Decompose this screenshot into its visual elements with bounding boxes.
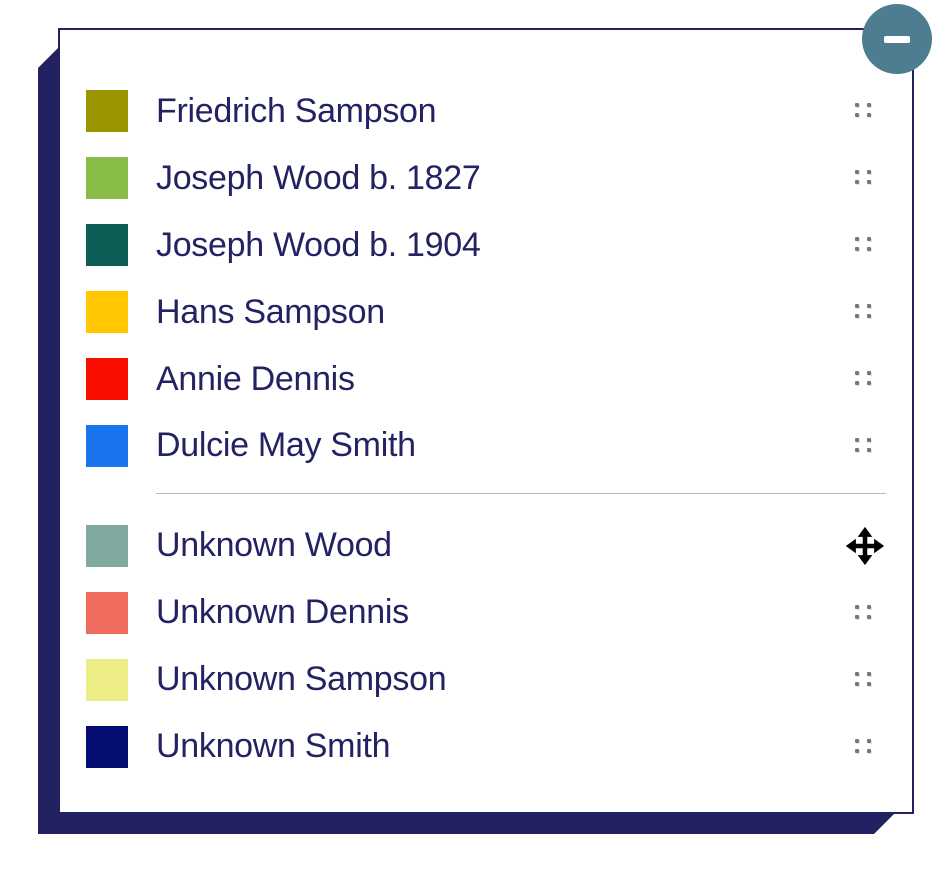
legend-item-friedrich-sampson-swatch: [86, 90, 128, 132]
legend-item-annie-dennis-drag-handle[interactable]: [844, 358, 886, 400]
legend-item-joseph-wood-1827-swatch: [86, 157, 128, 199]
legend-item-joseph-wood-1904-drag-handle[interactable]: [844, 224, 886, 266]
legend-item-annie-dennis[interactable]: Annie Dennis: [86, 346, 886, 413]
legend-item-unknown-smith-drag-handle[interactable]: [844, 726, 886, 768]
legend-item-unknown-dennis-drag-handle[interactable]: [844, 592, 886, 634]
legend-item-unknown-smith[interactable]: Unknown Smith: [86, 713, 886, 780]
drag-grip-icon: [853, 603, 877, 623]
legend-item-hans-sampson-label: Hans Sampson: [156, 293, 844, 332]
legend-item-unknown-dennis[interactable]: Unknown Dennis: [86, 579, 886, 646]
minus-icon: [884, 36, 910, 43]
legend-item-dulcie-may-smith[interactable]: Dulcie May Smith: [86, 413, 886, 480]
legend-item-unknown-smith-swatch: [86, 726, 128, 768]
legend-item-joseph-wood-1827-label: Joseph Wood b. 1827: [156, 159, 844, 198]
legend-item-hans-sampson-swatch: [86, 291, 128, 333]
legend-item-friedrich-sampson[interactable]: Friedrich Sampson: [86, 78, 886, 145]
legend-item-unknown-wood-drag-handle[interactable]: [844, 525, 886, 567]
legend-item-unknown-sampson-label: Unknown Sampson: [156, 660, 844, 699]
legend-item-dulcie-may-smith-swatch: [86, 425, 128, 467]
legend-item-unknown-dennis-swatch: [86, 592, 128, 634]
drag-grip-icon: [853, 235, 877, 255]
drag-grip-icon: [853, 168, 877, 188]
legend-item-friedrich-sampson-drag-handle[interactable]: [844, 90, 886, 132]
legend-item-joseph-wood-1827-drag-handle[interactable]: [844, 157, 886, 199]
legend-item-joseph-wood-1904-label: Joseph Wood b. 1904: [156, 226, 844, 265]
drag-grip-icon: [853, 737, 877, 757]
drag-grip-icon: [853, 670, 877, 690]
legend-item-unknown-wood-label: Unknown Wood: [156, 526, 844, 565]
drag-grip-icon: [853, 302, 877, 322]
legend-item-unknown-dennis-label: Unknown Dennis: [156, 593, 844, 632]
drag-grip-icon: [853, 436, 877, 456]
legend-item-unknown-wood[interactable]: Unknown Wood: [86, 512, 886, 579]
legend-item-dulcie-may-smith-label: Dulcie May Smith: [156, 426, 844, 465]
legend-item-joseph-wood-1827[interactable]: Joseph Wood b. 1827: [86, 145, 886, 212]
legend-item-annie-dennis-swatch: [86, 358, 128, 400]
drag-grip-icon: [853, 369, 877, 389]
legend-item-friedrich-sampson-label: Friedrich Sampson: [156, 92, 844, 131]
legend-item-unknown-sampson[interactable]: Unknown Sampson: [86, 646, 886, 713]
legend-item-unknown-sampson-drag-handle[interactable]: [844, 659, 886, 701]
legend-item-joseph-wood-1904-swatch: [86, 224, 128, 266]
legend-item-annie-dennis-label: Annie Dennis: [156, 360, 844, 399]
legend-item-unknown-sampson-swatch: [86, 659, 128, 701]
legend-item-joseph-wood-1904[interactable]: Joseph Wood b. 1904: [86, 212, 886, 279]
legend-panel: Friedrich Sampson Joseph Wood b. 1827 Jose…: [58, 28, 914, 814]
collapse-button[interactable]: [862, 4, 932, 74]
drag-grip-icon: [853, 101, 877, 121]
legend-item-unknown-wood-swatch: [86, 525, 128, 567]
legend-divider: [156, 493, 886, 494]
legend-item-hans-sampson-drag-handle[interactable]: [844, 291, 886, 333]
legend-item-dulcie-may-smith-drag-handle[interactable]: [844, 425, 886, 467]
move-arrows-icon: [844, 523, 886, 569]
legend-item-unknown-smith-label: Unknown Smith: [156, 727, 844, 766]
legend-item-hans-sampson[interactable]: Hans Sampson: [86, 279, 886, 346]
